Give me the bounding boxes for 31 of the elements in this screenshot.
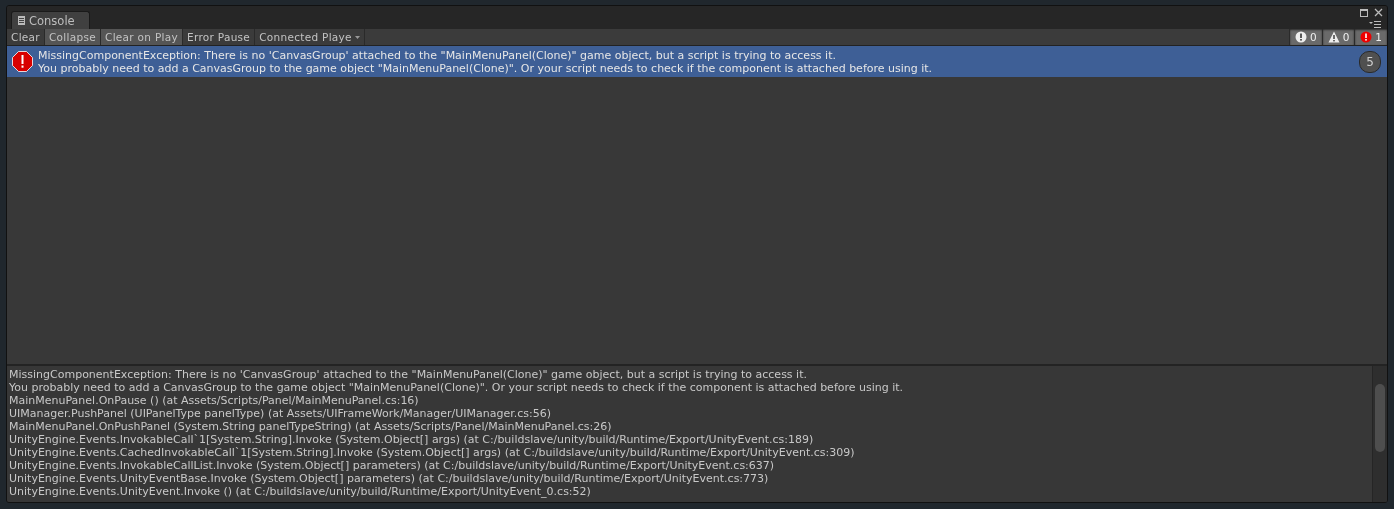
error-icon	[1360, 31, 1373, 43]
warning-icon	[1327, 31, 1340, 43]
caret-icon	[354, 35, 360, 39]
stack-trace-line: UnityEngine.Events.CachedInvokableCall`1[System.String].Invoke (System.Object[] args) (at C:/buildslave/unity/build/Runtime/Export/UnityEvent.cs:309)	[9, 446, 856, 459]
scrollbar[interactable]	[1372, 366, 1387, 502]
maximize-icon	[1360, 8, 1368, 17]
scrollbar-thumb[interactable]	[1375, 384, 1385, 452]
document-icon	[18, 16, 25, 25]
log-message: MissingComponentException: There is no 'CanvasGroup' attached to the "MainMenuPanel(Clone)" game object, but a script is trying to access it.	[38, 48, 837, 62]
log-filter-button[interactable]: 0	[1288, 29, 1322, 45]
warning-filter-button[interactable]: 0	[1321, 29, 1355, 45]
stack-trace-line: UnityEngine.Events.InvokableCallList.Invoke (System.Object[] parameters) (at C:/buildslave/unity/build/Runtime/Export/UnityEvent.cs:637)	[9, 459, 776, 472]
stack-trace-line: UIManager.PushPanel (UIPanelType panelType) (at Assets/UIFrameWork/Manager/UIManager.cs:56)	[9, 407, 553, 420]
stack-trace-line: MissingComponentException: There is no 'CanvasGroup' attached to the "MainMenuPanel(Clone)" game object, but a script is trying to access it.	[9, 368, 808, 381]
toolbar-toggle[interactable]: Collapse	[44, 29, 101, 45]
log-message: You probably need to add a CanvasGroup to the game object "MainMenuPanel(Clone)". Or your script needs to check if the component is attached before using it.	[38, 61, 934, 75]
error-icon	[12, 51, 33, 72]
stack-trace-line: UnityEngine.Events.InvokableCall`1[System.String].Invoke (System.Object[] args) (at C:/buildslave/unity/build/Runtime/Export/UnityEvent.cs:189)	[9, 433, 815, 446]
error-filter-button[interactable]: 1	[1354, 29, 1387, 45]
stack-trace-line: MainMenuPanel.OnPushPanel (System.String panelTypeString) (at Assets/Scripts/Panel/MainMenuPanel.cs:26)	[9, 420, 613, 433]
console-tab[interactable]: Console	[11, 11, 90, 29]
close-icon	[1374, 8, 1383, 17]
stack-trace-line: UnityEngine.Events.UnityEvent.Invoke () (at C:/buildslave/unity/build/Runtime/Export/UnityEvent_0.cs:52)	[9, 485, 592, 498]
stack-trace-line: UnityEngine.Events.UnityEventBase.Invoke (System.Object[] parameters) (at C:/buildslave/unity/build/Runtime/Export/UnityEvent.cs:773)	[9, 472, 770, 485]
info-icon	[1294, 31, 1307, 43]
count-badge: 5	[1359, 50, 1381, 73]
log-entry[interactable]	[7, 46, 1387, 77]
toolbar-toggle[interactable]: Clear on Play	[101, 29, 183, 45]
stack-trace-line: MainMenuPanel.OnPause () (at Assets/Scripts/Panel/MainMenuPanel.cs:16)	[9, 394, 420, 407]
stack-trace-line: You probably need to add a CanvasGroup to the game object "MainMenuPanel(Clone)". Or your script needs to check if the component is attached before using it.	[9, 381, 905, 394]
menu-icon	[1369, 21, 1381, 28]
